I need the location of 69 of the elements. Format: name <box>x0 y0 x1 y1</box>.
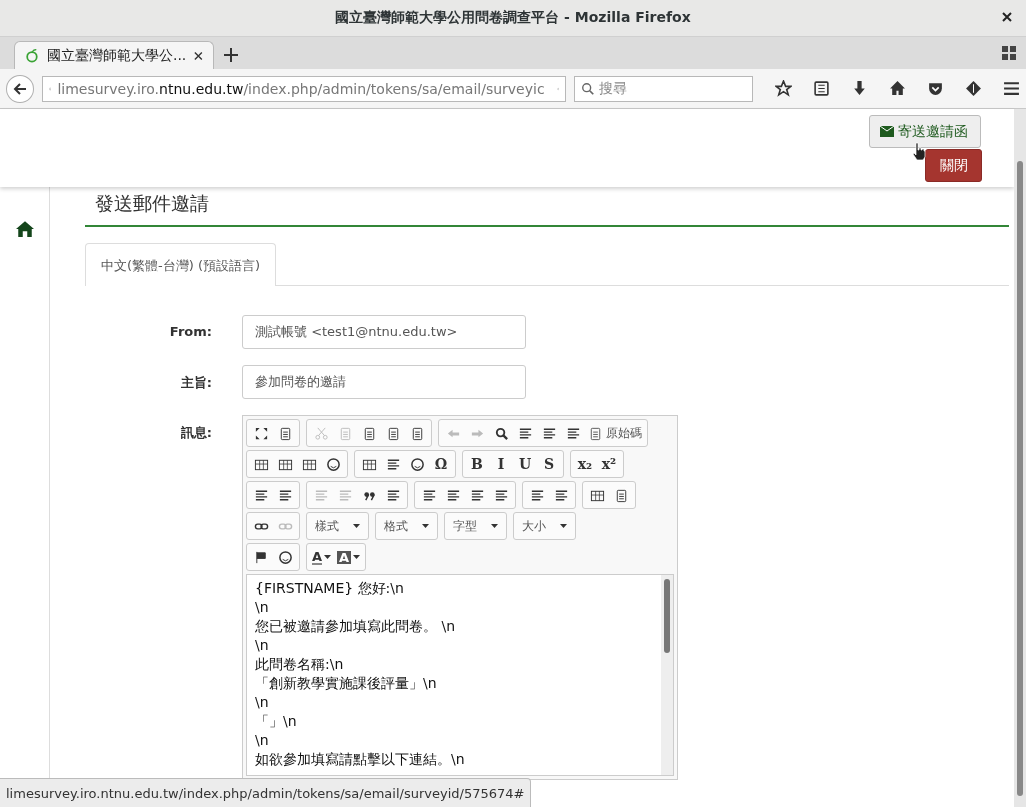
format-button[interactable]: S <box>537 453 561 475</box>
back-arrow-icon <box>11 80 28 97</box>
subject-field[interactable]: 參加問卷的邀請 <box>242 365 526 399</box>
flag-icon <box>253 549 269 565</box>
scissors-icon <box>313 425 329 441</box>
message-line: \n <box>255 636 269 655</box>
caret-icon <box>353 524 360 528</box>
message-line: \n <box>255 598 269 617</box>
page-heading: 發送郵件邀請 <box>85 187 1009 227</box>
message-line: 您已被邀請參加填寫此問卷。 \n <box>255 617 456 636</box>
toolbar-dropdown[interactable]: 格式 <box>378 515 435 537</box>
format-button[interactable]: x₂ <box>573 453 597 475</box>
message-line: 「」\n <box>255 712 297 731</box>
star-icon[interactable] <box>775 80 792 97</box>
home-icon[interactable] <box>889 80 906 97</box>
background-color-button[interactable]: A <box>334 546 364 568</box>
source-button[interactable]: 原始碼 <box>585 422 645 444</box>
toolbar-dropdown[interactable]: 大小 <box>516 515 573 537</box>
window-title: 國立臺灣師範大學公用問卷調查平台 - Mozilla Firefox <box>335 9 691 27</box>
message-line: {FIRSTNAME} 您好:\n <box>255 579 404 598</box>
format-button[interactable]: U <box>513 453 537 475</box>
format-button[interactable]: B <box>465 453 489 475</box>
field-label: From: <box>168 323 212 339</box>
close-button[interactable]: 關閉 <box>925 149 982 182</box>
home-icon[interactable] <box>15 221 34 237</box>
pocket-icon[interactable] <box>927 80 944 97</box>
caret-icon <box>491 524 498 528</box>
extension-icon[interactable] <box>965 80 982 97</box>
url-text: limesurvey.iro.ntnu.edu.tw/index.php/admin/tokens/sa/email/surveyic <box>57 80 545 97</box>
scrollbar-thumb[interactable] <box>1017 161 1023 796</box>
new-tab-icon[interactable] <box>224 48 238 62</box>
caret-icon <box>422 524 429 528</box>
hand-cursor-icon <box>912 142 926 160</box>
close-icon[interactable] <box>1000 10 1014 24</box>
message-field[interactable]: {FIRSTNAME} 您好:\n \n 您已被邀請參加填寫此問卷。 \n \n 此問卷名稱:\n 「創新教學實施課後評量」\n \n 「」\n \n 如欲參加填寫請點擊以下連結。\n <box>246 574 674 776</box>
caret-icon <box>353 555 361 559</box>
message-line: \n <box>255 731 269 750</box>
message-line: 如欲參加填寫請點擊以下連結。\n <box>255 750 465 769</box>
browser-tab[interactable]: 國立臺灣師範大學公... <box>14 41 214 69</box>
caret-icon <box>560 524 567 528</box>
format-button[interactable]: x² <box>597 453 621 475</box>
format-button[interactable]: I <box>489 453 513 475</box>
back-button[interactable] <box>6 74 34 103</box>
caret-icon <box>324 555 332 559</box>
field-label: 主旨: <box>179 374 212 392</box>
envelope-icon <box>880 126 894 137</box>
reading-list-icon[interactable] <box>813 80 830 97</box>
message-line: 「創新教學實施課後評量」\n <box>255 674 437 693</box>
search-field[interactable]: 搜尋 <box>574 75 753 102</box>
message-line: \n <box>255 693 269 712</box>
format-button[interactable]: Ω <box>429 453 453 475</box>
smiley-icon <box>409 456 425 472</box>
language-tab[interactable]: 中文(繁體-台灣) (預設語言) <box>85 243 277 286</box>
status-bar: limesurvey.iro.ntnu.edu.tw/index.php/admin/tokens/sa/email/surveyid/575674# <box>0 778 532 807</box>
field-label: 訊息: <box>179 424 212 442</box>
toolbar-dropdown[interactable]: 字型 <box>447 515 504 537</box>
message-line: 此問卷名稱:\n <box>255 655 344 674</box>
search-icon <box>581 81 596 96</box>
menu-icon[interactable] <box>1003 80 1020 97</box>
search-icon <box>493 425 509 441</box>
close-icon[interactable] <box>194 50 203 61</box>
grid-icon[interactable] <box>1002 46 1016 60</box>
toolbar-dropdown[interactable]: 樣式 <box>309 515 366 537</box>
from-field[interactable]: 測試帳號 <test1@ntnu.edu.tw> <box>242 315 526 349</box>
send-invitation-button[interactable]: 寄送邀請函 <box>869 115 981 148</box>
maximize-icon <box>253 425 269 441</box>
text-color-button[interactable]: A <box>309 546 335 568</box>
leaf-icon <box>25 47 39 64</box>
scrollbar-thumb[interactable] <box>664 579 670 653</box>
